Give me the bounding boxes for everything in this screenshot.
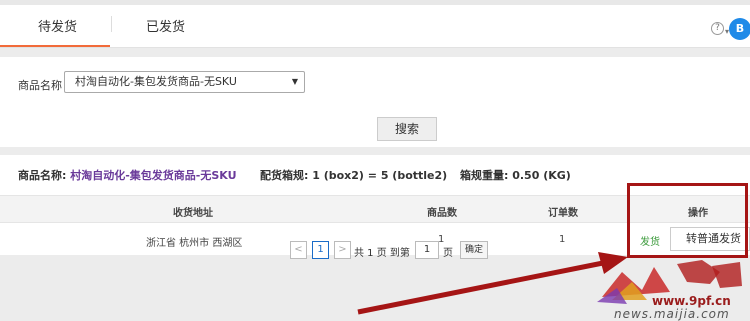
avatar[interactable]: B (729, 18, 750, 40)
goto-page-input[interactable]: 1 (415, 241, 439, 259)
current-page-button[interactable]: 1 (312, 241, 329, 259)
product-name-label: 商品名称 (18, 79, 62, 92)
summary-package-weight: 箱规重量: 0.50 (KG) (460, 169, 571, 182)
top-strip (0, 0, 750, 5)
header-order-count: 订单数 (548, 208, 578, 219)
next-page-button[interactable]: > (334, 241, 351, 259)
arrow-shaft (357, 259, 609, 315)
filter-panel: 商品名称 村淘自动化-集包发货商品-无SKU ▼ 搜索 (0, 57, 750, 147)
row-order-count: 1 (559, 234, 566, 245)
goto-confirm-button[interactable]: 确定 (460, 241, 488, 259)
tab-divider (111, 16, 112, 32)
product-select-value: 村淘自动化-集包发货商品-无SKU (75, 75, 237, 88)
tab-pending-shipment[interactable]: 待发货 (38, 16, 77, 35)
tab-shipped[interactable]: 已发货 (146, 16, 185, 35)
search-button[interactable]: 搜索 (377, 117, 437, 141)
watermark-domain: news.maijia.com (614, 307, 730, 321)
header-item-count: 商品数 (427, 208, 457, 219)
row-address: 浙江省 杭州市 西湖区 (146, 238, 243, 249)
watermark-site: www.9pf.cn (652, 294, 731, 308)
summary-product-label: 商品名称: (18, 169, 71, 182)
top-tab-bar: 待发货 已发货 ? ▾ B (0, 0, 750, 48)
summary-product-name: 村淘自动化-集包发货商品-无SKU (70, 169, 237, 182)
highlight-box (627, 183, 748, 258)
summary-product: 商品名称: 村淘自动化-集包发货商品-无SKU (18, 167, 237, 183)
product-select[interactable]: 村淘自动化-集包发货商品-无SKU ▼ (64, 71, 305, 93)
help-icon[interactable]: ? (711, 22, 724, 35)
dropdown-arrow-icon: ▼ (291, 77, 298, 86)
watermark-glyph-2 (712, 262, 742, 288)
total-pages-text: 共 1 页 到第 (354, 248, 410, 259)
header-address: 收货地址 (173, 208, 213, 219)
summary-package-spec: 配货箱规: 1 (box2) = 5 (bottle2) (260, 169, 448, 182)
prev-page-button[interactable]: < (290, 241, 307, 259)
active-tab-underline (0, 45, 110, 47)
watermark-glyph-1 (677, 260, 720, 284)
page-unit-label: 页 (443, 248, 453, 259)
